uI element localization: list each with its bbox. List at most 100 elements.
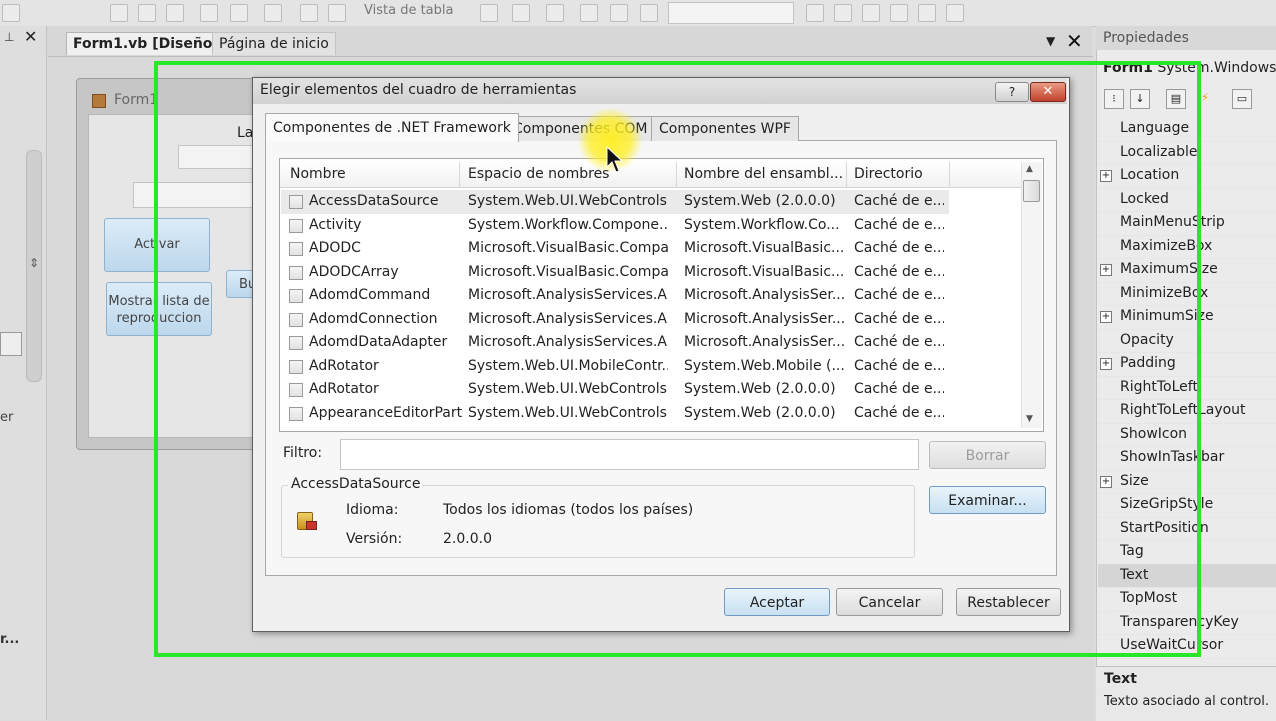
form-textbox[interactable] bbox=[133, 182, 265, 208]
scroll-down-icon[interactable]: ▼ bbox=[1026, 414, 1033, 424]
properties-view-icon[interactable]: ▤ bbox=[1166, 89, 1186, 109]
property-row[interactable]: SizeGripStyle bbox=[1098, 493, 1276, 518]
scroll-thumb[interactable] bbox=[1023, 180, 1040, 202]
align-icon[interactable] bbox=[110, 4, 128, 22]
list-item[interactable]: ADODC Microsoft.VisualBasic.Compa... Micro… bbox=[281, 237, 949, 261]
browse-button[interactable]: Examinar... bbox=[929, 486, 1046, 514]
column-header-namespace[interactable]: Espacio de nombres bbox=[468, 166, 609, 182]
tab-list-dropdown-icon[interactable]: ▼ bbox=[1046, 34, 1055, 48]
format-icon[interactable] bbox=[640, 4, 658, 22]
property-row[interactable]: ShowInTaskbar bbox=[1098, 446, 1276, 471]
text-icon[interactable] bbox=[328, 4, 346, 22]
list-item[interactable]: AdRotator System.Web.UI.MobileContr... Sys… bbox=[281, 355, 949, 379]
layout-icon[interactable] bbox=[806, 4, 824, 22]
events-icon[interactable]: ⚡ bbox=[1196, 89, 1214, 107]
tab-net-framework-components[interactable]: Componentes de .NET Framework bbox=[265, 113, 519, 142]
expand-icon[interactable]: + bbox=[1100, 170, 1112, 182]
column-header-name[interactable]: Nombre bbox=[290, 166, 346, 182]
property-row[interactable]: RightToLeft bbox=[1098, 376, 1276, 400]
pin-icon[interactable]: ⊥ bbox=[4, 30, 14, 44]
property-row[interactable]: + MaximumSize bbox=[1098, 258, 1276, 283]
list-item[interactable]: AdomdConnection Microsoft.AnalysisService… bbox=[281, 308, 949, 332]
size-icon[interactable] bbox=[200, 4, 218, 22]
item-checkbox[interactable] bbox=[289, 383, 303, 397]
property-row[interactable]: TopMost bbox=[1098, 587, 1276, 612]
layout-icon[interactable] bbox=[862, 4, 880, 22]
list-item[interactable]: AdomdCommand Microsoft.AnalysisServices.A… bbox=[281, 284, 949, 308]
property-row[interactable]: MainMenuStrip bbox=[1098, 211, 1276, 236]
toolbar-combo[interactable] bbox=[668, 2, 794, 24]
property-row[interactable]: TransparencyKey bbox=[1098, 611, 1276, 635]
column-separator[interactable] bbox=[676, 162, 677, 187]
form-activate-button[interactable]: Activar bbox=[104, 218, 210, 272]
toolbar-icon[interactable] bbox=[2, 4, 20, 22]
property-pages-icon[interactable]: ▭ bbox=[1232, 89, 1252, 109]
size-icon[interactable] bbox=[230, 4, 248, 22]
property-row[interactable]: Language bbox=[1098, 117, 1276, 142]
property-row[interactable]: Text bbox=[1098, 563, 1276, 588]
list-item[interactable]: AdomdDataAdapter Microsoft.AnalysisServic… bbox=[281, 331, 949, 355]
column-separator[interactable] bbox=[846, 162, 847, 187]
align-icon[interactable] bbox=[166, 4, 184, 22]
property-row[interactable]: ShowIcon bbox=[1098, 423, 1276, 447]
format-icon[interactable] bbox=[580, 4, 598, 22]
format-icon[interactable] bbox=[480, 4, 498, 22]
layout-icon[interactable] bbox=[918, 4, 936, 22]
item-checkbox[interactable] bbox=[289, 336, 303, 350]
dialog-close-button[interactable]: ✕ bbox=[1030, 82, 1066, 102]
tab-wpf-components[interactable]: Componentes WPF bbox=[651, 116, 799, 141]
close-document-icon[interactable]: ✕ bbox=[1066, 29, 1083, 53]
reset-button[interactable]: Restablecer bbox=[956, 588, 1061, 616]
property-row[interactable]: StartPosition bbox=[1098, 517, 1276, 541]
format-icon[interactable] bbox=[512, 4, 530, 22]
expand-icon[interactable]: + bbox=[1100, 475, 1112, 488]
property-row[interactable]: UseWaitCursor bbox=[1098, 634, 1276, 659]
item-checkbox[interactable] bbox=[289, 289, 303, 303]
list-item[interactable]: AppearanceEditorPart System.Web.UI.WebCon… bbox=[281, 402, 949, 426]
item-checkbox[interactable] bbox=[289, 242, 303, 256]
help-button[interactable]: ? bbox=[995, 82, 1029, 102]
layout-icon[interactable] bbox=[890, 4, 908, 22]
property-row[interactable]: MaximizeBox bbox=[1098, 235, 1276, 259]
align-icon[interactable] bbox=[138, 4, 156, 22]
left-panel-field[interactable] bbox=[0, 332, 22, 356]
property-row[interactable]: + MinimumSize bbox=[1098, 305, 1276, 330]
tab-start-page[interactable]: Página de inicio bbox=[212, 32, 336, 55]
scroll-arrows-icon[interactable]: ⇕ bbox=[29, 256, 39, 270]
item-checkbox[interactable] bbox=[289, 265, 303, 280]
format-icon[interactable] bbox=[610, 4, 628, 22]
tab-com-components[interactable]: Componentes COM bbox=[505, 116, 656, 141]
property-row[interactable]: + Location bbox=[1098, 164, 1276, 189]
item-checkbox[interactable] bbox=[289, 312, 303, 327]
list-item[interactable]: AdRotator System.Web.UI.WebControls System… bbox=[281, 378, 949, 402]
item-checkbox[interactable] bbox=[289, 359, 303, 374]
column-header-assembly[interactable]: Nombre del ensambl... bbox=[684, 166, 843, 182]
properties-icon[interactable] bbox=[300, 4, 318, 22]
form-label[interactable]: La bbox=[237, 125, 253, 141]
item-checkbox[interactable] bbox=[289, 218, 303, 233]
format-icon[interactable] bbox=[546, 4, 564, 22]
property-row[interactable]: Tag bbox=[1098, 540, 1276, 565]
tab-form1-design[interactable]: Form1.vb [Diseño]* bbox=[66, 32, 234, 55]
grid-icon[interactable] bbox=[264, 4, 282, 22]
list-item[interactable]: AccessDataSource System.Web.UI.WebControl… bbox=[281, 190, 949, 214]
property-row[interactable]: + Size bbox=[1098, 470, 1276, 494]
view-mode-dropdown[interactable]: Vista de tabla bbox=[364, 3, 453, 18]
list-item[interactable]: ADODCArray Microsoft.VisualBasic.Compa...… bbox=[281, 261, 949, 285]
column-header-directory[interactable]: Directorio bbox=[854, 166, 923, 182]
expand-icon[interactable]: + bbox=[1100, 358, 1112, 370]
close-icon[interactable]: ✕ bbox=[24, 27, 37, 46]
column-separator[interactable] bbox=[949, 162, 950, 187]
clear-button[interactable]: Borrar bbox=[929, 441, 1046, 469]
form-show-playlist-button[interactable]: Mostrar lista de reproduccion bbox=[106, 282, 212, 336]
filter-input[interactable] bbox=[340, 439, 919, 470]
property-row[interactable]: + Padding bbox=[1098, 352, 1276, 377]
column-separator[interactable] bbox=[459, 162, 460, 187]
layout-icon[interactable] bbox=[834, 4, 852, 22]
layout-icon[interactable] bbox=[946, 4, 964, 22]
expand-icon[interactable]: + bbox=[1100, 264, 1112, 276]
item-checkbox[interactable] bbox=[289, 406, 303, 421]
property-row[interactable]: RightToLeftLayout bbox=[1098, 399, 1276, 424]
categorized-icon[interactable]: ⁝ bbox=[1104, 89, 1124, 109]
list-item[interactable]: Activity System.Workflow.Compone... System… bbox=[281, 214, 949, 238]
